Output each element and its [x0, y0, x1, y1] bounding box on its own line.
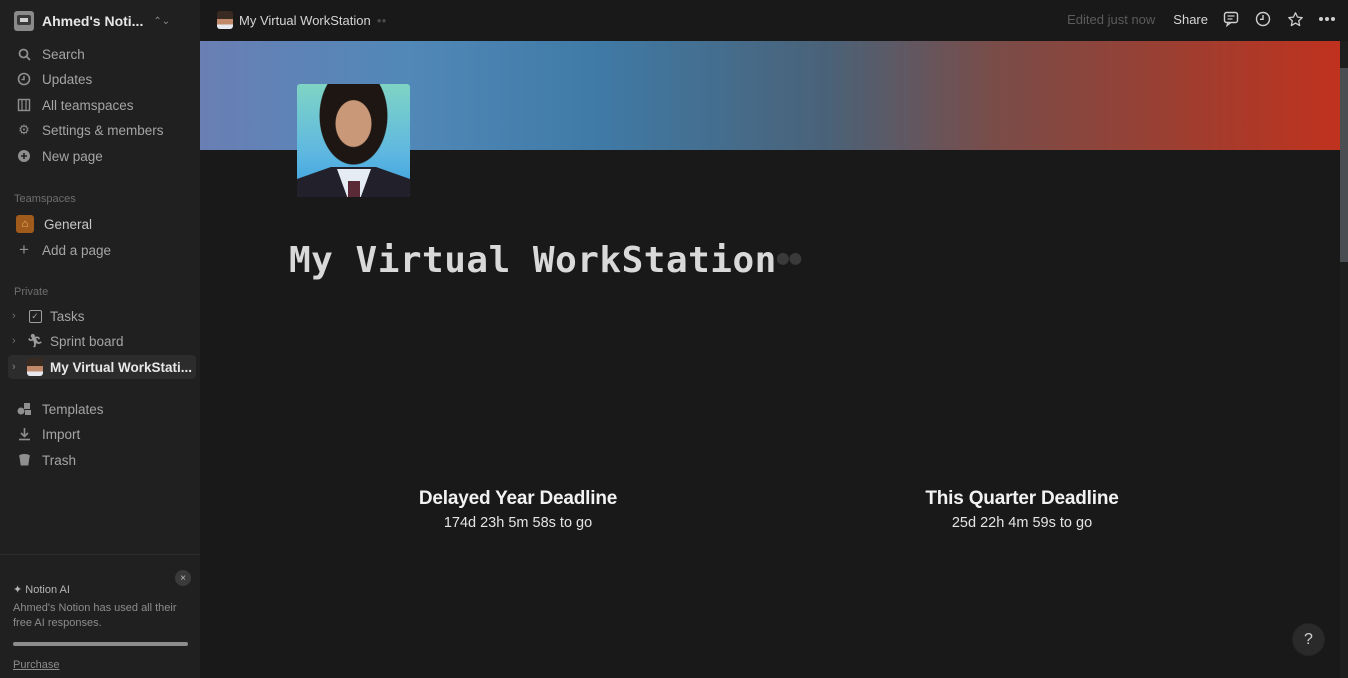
sidebar-item-general[interactable]: ⌂ General	[8, 212, 192, 236]
edited-status: Edited just now	[1067, 11, 1156, 27]
home-icon: ⌂	[16, 215, 34, 233]
chevron-up-down-icon: ⌃⌄	[153, 15, 171, 27]
page-title[interactable]: My Virtual WorkStation●●	[289, 240, 802, 281]
countdown-widget-year: Delayed Year Deadline 174d 23h 5m 58s to…	[358, 488, 678, 531]
plus-icon: +	[19, 240, 29, 259]
topbar: My Virtual WorkStation ●● Edited just no…	[200, 0, 1348, 41]
avatar-icon	[217, 11, 233, 29]
sidebar-page-my-virtual-workstation[interactable]: › My Virtual WorkStati...	[8, 355, 196, 379]
sidebar-item-updates[interactable]: Updates	[8, 67, 192, 91]
sidebar-item-all-teamspaces[interactable]: All teamspaces	[8, 93, 192, 117]
sunglasses-icon: ●●	[776, 245, 802, 269]
sidebar-page-tasks[interactable]: › ✓ Tasks	[8, 304, 196, 328]
countdown-widget-quarter: This Quarter Deadline 25d 22h 4m 59s to …	[862, 488, 1182, 531]
building-icon	[16, 97, 32, 113]
ai-panel-title: ✦ Notion AI	[13, 583, 70, 596]
share-button[interactable]: Share	[1173, 12, 1208, 27]
plus-circle-icon	[16, 148, 32, 164]
page-icon-avatar[interactable]	[297, 84, 410, 197]
sidebar-item-label: Add a page	[42, 242, 112, 258]
sidebar-item-new-page[interactable]: New page	[8, 144, 192, 168]
ai-title-text: Notion AI	[25, 584, 70, 596]
star-icon[interactable]	[1286, 10, 1304, 28]
sidebar-item-label: My Virtual WorkStati...	[50, 359, 193, 375]
sidebar-item-label: Tasks	[50, 308, 85, 324]
help-button[interactable]: ?	[1293, 624, 1324, 655]
comment-icon[interactable]	[1222, 10, 1240, 28]
scrollbar-thumb[interactable]	[1340, 68, 1348, 262]
countdown-time: 174d 23h 5m 58s to go	[443, 515, 593, 531]
sidebar-item-label: Templates	[42, 401, 104, 417]
sunglasses-icon: ●●	[376, 15, 387, 25]
templates-icon	[16, 401, 32, 417]
chevron-right-icon[interactable]: ›	[12, 310, 24, 322]
notion-app: Ahmed's Noti... ⌃⌄ Search Updates All te…	[0, 0, 1348, 678]
purchase-link[interactable]: Purchase	[13, 659, 59, 671]
ai-usage-fill	[13, 642, 188, 646]
checkbox-icon: ✓	[26, 307, 44, 325]
sidebar: Ahmed's Noti... ⌃⌄ Search Updates All te…	[0, 0, 200, 678]
avatar-tie	[348, 181, 360, 197]
sparkle-icon: ✦	[13, 584, 23, 596]
download-icon	[16, 426, 32, 442]
sidebar-item-templates[interactable]: Templates	[8, 397, 192, 421]
avatar-icon	[26, 358, 44, 376]
trash-icon	[16, 452, 32, 468]
ai-usage-bar	[13, 642, 188, 646]
breadcrumb-page-title: My Virtual WorkStation	[239, 12, 371, 28]
sidebar-item-label: Import	[42, 426, 81, 442]
more-icon[interactable]	[1318, 10, 1336, 28]
notion-ai-panel: × ✦ Notion AI Ahmed's Notion has used al…	[0, 554, 200, 678]
clock-icon	[16, 71, 32, 87]
sidebar-item-trash[interactable]: Trash	[8, 448, 192, 472]
sidebar-item-label: Search	[42, 46, 85, 62]
ai-panel-message: Ahmed's Notion has used all their free A…	[13, 602, 177, 629]
countdown-title: This Quarter Deadline	[925, 488, 1119, 509]
workspace-switcher[interactable]: Ahmed's Noti... ⌃⌄	[8, 8, 176, 34]
close-icon[interactable]: ×	[175, 570, 191, 586]
workspace-icon	[14, 11, 34, 31]
sidebar-item-settings[interactable]: ⚙ Settings & members	[8, 118, 192, 142]
sidebar-page-sprint-board[interactable]: › 🏃︎ Sprint board	[8, 329, 196, 353]
sidebar-item-label: New page	[42, 148, 103, 164]
sidebar-item-label: Updates	[42, 71, 93, 87]
chevron-right-icon[interactable]: ›	[12, 335, 24, 347]
topbar-actions: Edited just now Share	[1067, 10, 1336, 28]
search-icon	[16, 46, 32, 62]
running-icon: 🏃︎	[26, 333, 44, 348]
countdown-time: 25d 22h 4m 59s to go	[951, 515, 1093, 531]
sidebar-item-label: All teamspaces	[42, 97, 134, 113]
sidebar-item-import[interactable]: Import	[8, 422, 192, 446]
history-icon[interactable]	[1254, 10, 1272, 28]
chevron-right-icon[interactable]: ›	[12, 361, 24, 373]
gear-icon: ⚙	[18, 122, 30, 137]
countdown-title: Delayed Year Deadline	[418, 488, 618, 509]
sidebar-item-add-page[interactable]: + Add a page	[8, 238, 192, 262]
sidebar-item-label: Trash	[42, 452, 77, 468]
sidebar-item-label: Settings & members	[42, 122, 164, 138]
sidebar-item-label: General	[44, 216, 93, 232]
private-section-label: Private	[14, 286, 49, 298]
sidebar-item-label: Sprint board	[50, 333, 124, 349]
sidebar-item-search[interactable]: Search	[8, 42, 192, 66]
teamspaces-section-label: Teamspaces	[14, 193, 76, 205]
workspace-name: Ahmed's Noti...	[42, 13, 144, 29]
page-title-text: My Virtual WorkStation	[289, 240, 777, 281]
breadcrumb[interactable]: My Virtual WorkStation ●●	[217, 11, 386, 29]
